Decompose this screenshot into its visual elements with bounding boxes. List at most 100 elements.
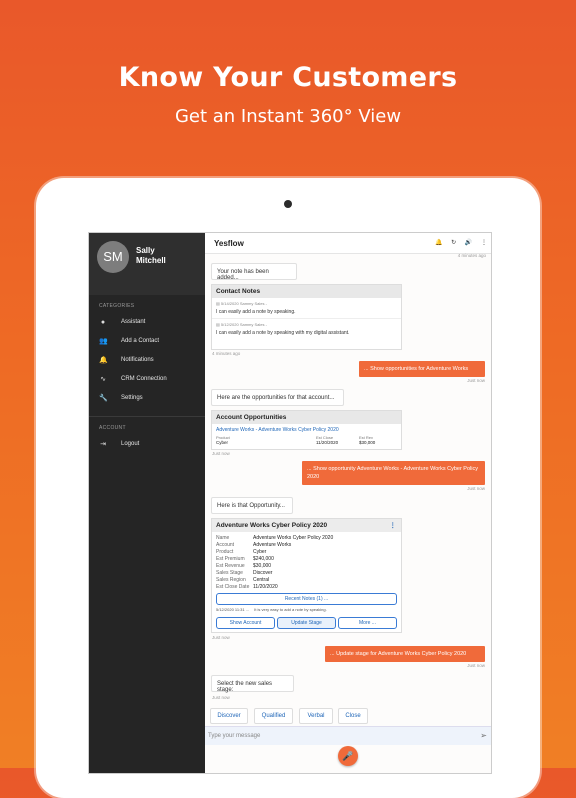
field-label: Sales Region [216,577,246,583]
send-icon[interactable]: ➢ [480,731,487,740]
app-title: Yesflow [214,239,244,248]
sidebar-item-settings[interactable]: 🔧 Settings [89,389,205,408]
note-meta: 5/12/2020 11:31 ... [216,607,250,612]
promo-headline: Know Your Customers [118,62,458,93]
bell-icon: 🔔 [99,357,108,364]
note-item: ▤ 5/12/2020 Sammy Sales - I can easily a… [212,319,401,339]
chat-icon: ● [100,319,106,326]
avatar[interactable]: SM [97,241,129,273]
field-value: Adventure Works [253,542,292,548]
profile-header: SM Sally Mitchell [89,233,205,295]
field-value: Adventure Works Cyber Policy 2020 [253,535,334,541]
bell-icon[interactable]: 🔔 [435,239,442,246]
user-message: ... Show opportunities for Adventure Wor… [359,361,485,377]
field-label: Est Revenue [216,563,245,569]
timestamp: Just now [212,695,230,700]
timestamp: Just now [467,378,485,383]
add-user-icon: 👥 [99,338,108,345]
sidebar-item-logout[interactable]: ⇥ Logout [89,435,205,454]
opportunity-card: Adventure Works Cyber Policy 2020 ⋮ Name… [211,518,402,633]
more-vertical-icon[interactable]: ⋮ [481,239,487,246]
recent-notes-button[interactable]: Recent Notes (1) ... [216,593,397,605]
note-meta: 5/14/2020 Sammy Sales - [220,301,267,306]
top-bar: Yesflow 🔔 ↻ 🔊 ⋮ [205,233,491,254]
refresh-icon[interactable]: ↻ [451,239,456,246]
field-value: 11/20/2020 [253,584,278,590]
message-input-bar[interactable]: Type your message ➢ [205,726,491,745]
stage-choice-verbal[interactable]: Verbal [299,708,333,724]
field-value: Discover [253,570,273,576]
account-opportunities-card: Account Opportunities Adventure Works - … [211,410,402,450]
field-label: Product [216,549,234,555]
note-icon: ▤ [216,301,220,306]
field-label: Est Close Date [216,584,250,590]
timestamp: 4 minutes ago [212,351,241,356]
account-label: ACCOUNT [99,425,126,431]
bot-message: Your note has been added... [211,263,297,281]
note-text: I can easily add a note by speaking. [216,309,296,315]
sidebar-item-label: Settings [121,395,143,401]
app-screen: SM Sally Mitchell CATEGORIES ● Assistant… [88,232,492,774]
field-value: Cyber [253,549,267,555]
table-cell: 11/20/2020 [316,440,339,445]
field-label: Sales Stage [216,570,243,576]
microphone-button[interactable]: 🎤 [338,746,358,766]
field-label: Name [216,535,230,541]
timestamp: Just now [467,486,485,491]
user-message: ... Show opportunity Adventure Works - A… [302,461,485,485]
sidebar-divider [89,416,205,417]
field-label: Account [216,542,235,548]
opportunity-title: Adventure Works Cyber Policy 2020 [216,522,328,529]
bot-message: Select the new sales stage: [211,675,294,693]
card-title: Contact Notes [212,285,401,298]
field-value: $30,000 [253,563,272,569]
opportunity-fields: Name Adventure Works Cyber Policy 2020 Ac… [212,532,401,594]
bot-message: Here is that Opportunity... [211,497,293,514]
stage-choice-close[interactable]: Close [338,708,368,724]
timestamp: Just now [212,635,230,640]
sidebar-item-label: Add a Contact [121,338,160,344]
sidebar-item-label: Assistant [121,319,146,325]
sidebar-item-notifications[interactable]: 🔔 Notifications [89,351,205,370]
table-cell: Cyber [216,440,229,445]
wrench-icon: 🔧 [99,395,108,402]
opportunity-link[interactable]: Adventure Works - Adventure Works Cyber … [216,427,397,433]
show-account-button[interactable]: Show Account [216,617,275,629]
field-value: $240,000 [253,556,274,562]
table-cell: $30,000 [359,440,376,445]
sidebar-item-assistant[interactable]: ● Assistant [89,313,205,332]
sidebar: SM Sally Mitchell CATEGORIES ● Assistant… [89,233,205,773]
sidebar-item-label: Notifications [121,357,154,363]
sidebar-item-crm-connection[interactable]: ∿ CRM Connection [89,370,205,389]
note-meta: 5/12/2020 Sammy Sales - [220,322,267,327]
main-panel: Yesflow 🔔 ↻ 🔊 ⋮ 4 minutes ago Your note … [205,233,491,773]
note-icon: ▤ [216,322,220,327]
field-value: Central [253,577,270,583]
timestamp: Just now [212,451,230,456]
update-stage-button[interactable]: Update Stage [277,617,336,629]
sidebar-item-add-contact[interactable]: 👥 Add a Contact [89,332,205,351]
stage-choice-discover[interactable]: Discover [210,708,248,724]
user-message: ... Update stage for Adventure Works Cyb… [325,646,485,662]
card-title: Adventure Works Cyber Policy 2020 ⋮ [212,519,401,532]
note-text: I can easily add a note by speaking with… [216,330,350,336]
more-button[interactable]: More ... [338,617,397,629]
recent-note: 5/12/2020 11:31 ... It is very easy to a… [216,607,327,612]
timestamp: 4 minutes ago [457,253,486,258]
card-title: Account Opportunities [212,411,401,424]
camera-dot [284,200,292,208]
microphone-icon: 🎤 [342,751,354,761]
stage-choice-qualified[interactable]: Qualified [254,708,293,724]
chat-area[interactable]: 4 minutes ago Your note has been added..… [205,253,491,718]
pulse-icon: ∿ [100,376,106,383]
volume-icon[interactable]: 🔊 [465,239,472,246]
sidebar-item-label: Logout [121,441,140,447]
more-vertical-icon[interactable]: ⋮ [390,521,397,529]
contact-notes-card: Contact Notes ▤ 5/14/2020 Sammy Sales - … [211,284,402,350]
message-input[interactable]: Type your message [208,733,260,739]
note-item: ▤ 5/14/2020 Sammy Sales - I can easily a… [212,298,401,319]
logout-icon: ⇥ [100,441,106,448]
sidebar-item-label: CRM Connection [121,376,167,382]
promo-subline: Get an Instant 360° View [174,106,402,127]
field-label: Est Premium [216,556,245,562]
